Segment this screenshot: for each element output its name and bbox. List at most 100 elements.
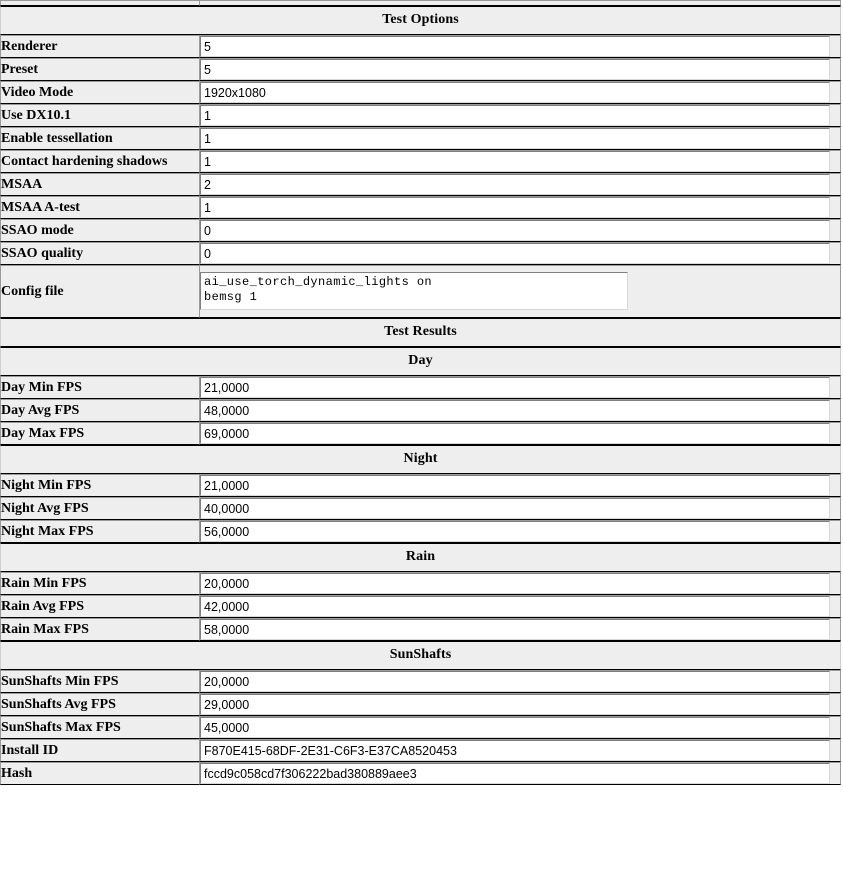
row-value-cell: 1 [200,127,841,150]
table-row: Install ID F870E415-68DF-2E31-C6F3-E37CA8… [0,739,841,762]
value-input[interactable]: 0 [200,243,830,264]
table-row: Night Min FPS 21,0000 [0,474,841,497]
row-value-cell: 56,0000 [200,520,841,543]
row-value-cell: ai_use_torch_dynamic_lights on bemsg 1 [200,265,841,318]
row-value-cell: 1920x1080 [200,81,841,104]
row-value-cell: 2 [200,173,841,196]
section-header-title: Day [0,347,841,376]
value-input[interactable]: 29,0000 [200,694,830,715]
row-label: Enable tessellation [0,127,200,150]
row-value-cell: 5 [200,35,841,58]
value-input[interactable]: 45,0000 [200,717,830,738]
benchmark-report-table: Test Options Renderer 5 Preset 5 Video Mode 19… [0,0,841,785]
row-label: Video Mode [0,81,200,104]
row-value-cell: 5 [200,58,841,81]
row-label: SSAO mode [0,219,200,242]
row-label: SunShafts Min FPS [0,670,200,693]
row-value-cell: 0 [200,219,841,242]
value-input[interactable]: 5 [200,36,830,57]
row-value-cell: 20,0000 [200,670,841,693]
value-input[interactable]: 42,0000 [200,596,830,617]
value-input[interactable]: 69,0000 [200,423,830,444]
row-value-cell: 58,0000 [200,618,841,641]
value-input[interactable]: 21,0000 [200,475,830,496]
section-header-title: Night [0,445,841,474]
value-input[interactable]: 1 [200,105,830,126]
table-row: SSAO mode 0 [0,219,841,242]
row-label: Day Avg FPS [0,399,200,422]
value-input[interactable]: 58,0000 [200,619,830,640]
row-value-cell: 48,0000 [200,399,841,422]
table-row: Renderer 5 [0,35,841,58]
row-label: Preset [0,58,200,81]
section-header-title: Rain [0,543,841,572]
table-row: Rain Max FPS 58,0000 [0,618,841,641]
table-row: Hash fccd9c058cd7f306222bad380889aee3 [0,762,841,785]
table-row: SunShafts Avg FPS 29,0000 [0,693,841,716]
value-input[interactable]: F870E415-68DF-2E31-C6F3-E37CA8520453 [200,740,830,761]
row-value-cell: 1 [200,196,841,219]
row-label: Night Avg FPS [0,497,200,520]
row-label: SSAO quality [0,242,200,265]
table-row: Video Mode 1920x1080 [0,81,841,104]
row-value-cell: 21,0000 [200,376,841,399]
value-input[interactable]: 1 [200,128,830,149]
row-label: Config file [0,265,200,318]
table-row: Enable tessellation 1 [0,127,841,150]
row-label: Renderer [0,35,200,58]
row-value-cell: 69,0000 [200,422,841,445]
row-value-cell: fccd9c058cd7f306222bad380889aee3 [200,762,841,785]
row-label: Rain Max FPS [0,618,200,641]
section-header-night: Night [0,445,841,474]
row-label: Install ID [0,739,200,762]
table-row: Night Avg FPS 40,0000 [0,497,841,520]
table-row: SSAO quality 0 [0,242,841,265]
table-row: Rain Avg FPS 42,0000 [0,595,841,618]
row-value-cell: 29,0000 [200,693,841,716]
row-value-cell: 0 [200,242,841,265]
row-value-cell: 20,0000 [200,572,841,595]
value-input[interactable]: 48,0000 [200,400,830,421]
row-value-cell: 42,0000 [200,595,841,618]
row-label: MSAA [0,173,200,196]
section-header-sunshafts: SunShafts [0,641,841,670]
value-input[interactable]: 40,0000 [200,498,830,519]
row-label: SunShafts Avg FPS [0,693,200,716]
section-header-title: SunShafts [0,641,841,670]
value-input[interactable]: 5 [200,59,830,80]
row-label: Use DX10.1 [0,104,200,127]
value-input[interactable]: 56,0000 [200,521,830,542]
row-label: Night Min FPS [0,474,200,497]
table-row: MSAA A-test 1 [0,196,841,219]
row-label: MSAA A-test [0,196,200,219]
value-input[interactable]: 1 [200,151,830,172]
value-input[interactable]: 2 [200,174,830,195]
table-row: Preset 5 [0,58,841,81]
value-input[interactable]: 21,0000 [200,377,830,398]
section-header-rain: Rain [0,543,841,572]
table-row: Config file ai_use_torch_dynamic_lights o… [0,265,841,318]
table-row: Rain Min FPS 20,0000 [0,572,841,595]
row-value-cell: F870E415-68DF-2E31-C6F3-E37CA8520453 [200,739,841,762]
config-file-textarea[interactable]: ai_use_torch_dynamic_lights on bemsg 1 [200,272,628,310]
value-input[interactable]: 20,0000 [200,671,830,692]
value-input[interactable]: fccd9c058cd7f306222bad380889aee3 [200,763,830,784]
row-value-cell: 40,0000 [200,497,841,520]
table-row: Use DX10.1 1 [0,104,841,127]
row-label: Rain Avg FPS [0,595,200,618]
section-header-test-results: Test Results [0,318,841,347]
value-input[interactable]: 20,0000 [200,573,830,594]
row-value-cell: 45,0000 [200,716,841,739]
table-row: MSAA 2 [0,173,841,196]
table-row: Day Avg FPS 48,0000 [0,399,841,422]
value-input[interactable]: 1 [200,197,830,218]
section-header-test-options: Test Options [0,6,841,35]
row-label: Hash [0,762,200,785]
row-label: Contact hardening shadows [0,150,200,173]
value-input[interactable]: 1920x1080 [200,82,830,103]
row-label: Day Min FPS [0,376,200,399]
row-label: Night Max FPS [0,520,200,543]
row-value-cell: 1 [200,104,841,127]
section-header-title: Test Options [0,6,841,35]
value-input[interactable]: 0 [200,220,830,241]
